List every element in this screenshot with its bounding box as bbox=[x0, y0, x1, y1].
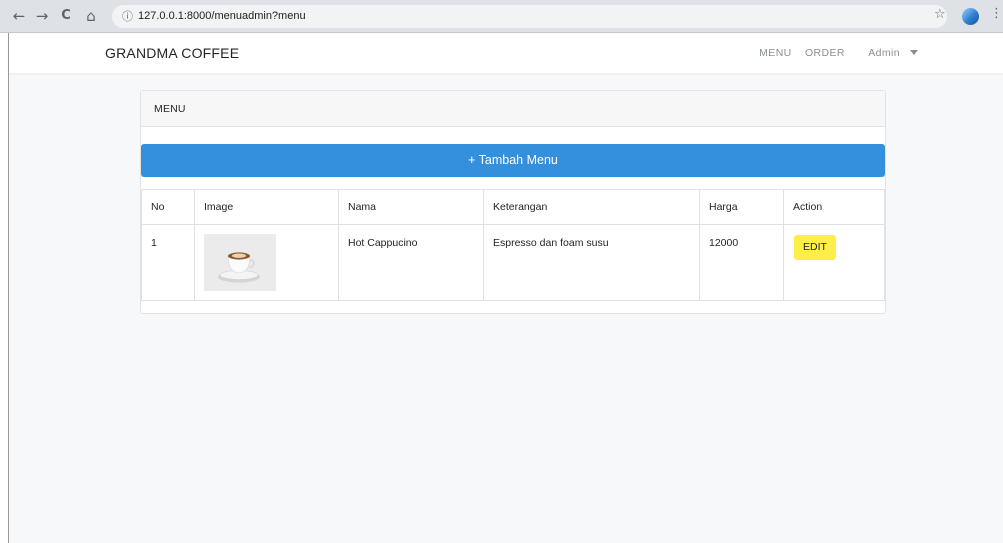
coffee-cup-icon bbox=[218, 252, 260, 283]
add-menu-button[interactable]: + Tambah Menu bbox=[141, 144, 885, 177]
nav-links: MENU ORDER Admin bbox=[749, 47, 918, 59]
table-row: 1 Hot Cappucino Espresso dan foam susu 1… bbox=[141, 224, 885, 301]
cell-no: 1 bbox=[141, 224, 195, 301]
card-title: MENU bbox=[154, 103, 186, 115]
header-image: Image bbox=[194, 189, 339, 225]
header-keterangan: Keterangan bbox=[483, 189, 700, 225]
header-action: Action bbox=[783, 189, 885, 225]
card-header: MENU bbox=[141, 91, 885, 127]
coffee-cup-image bbox=[204, 234, 276, 291]
admin-dropdown[interactable]: Admin bbox=[858, 47, 918, 59]
cell-harga: 12000 bbox=[699, 224, 784, 301]
bookmark-star-icon[interactable]: ☆ bbox=[934, 7, 946, 22]
header-no: No bbox=[141, 189, 195, 225]
nav-menu-link[interactable]: MENU bbox=[759, 47, 792, 59]
browser-toolbar: ← → C ⌂ ⓘ 127.0.0.1:8000/menuadmin?menu … bbox=[0, 0, 1003, 33]
browser-menu-icon[interactable]: ⋮ bbox=[990, 6, 1003, 21]
navbar: GRANDMA COFFEE MENU ORDER Admin bbox=[9, 33, 1003, 73]
header-harga: Harga bbox=[699, 189, 784, 225]
info-icon[interactable]: ⓘ bbox=[122, 8, 133, 24]
admin-label: Admin bbox=[868, 47, 900, 59]
cell-action: EDIT bbox=[783, 224, 885, 301]
table-header-row: No Image Nama Keterangan Harga Action bbox=[141, 189, 885, 225]
header-nama: Nama bbox=[338, 189, 484, 225]
url-text[interactable]: 127.0.0.1:8000/menuadmin?menu bbox=[138, 10, 306, 22]
reload-icon[interactable]: C bbox=[57, 6, 75, 26]
address-bar[interactable]: ⓘ 127.0.0.1:8000/menuadmin?menu bbox=[112, 5, 947, 28]
brand-link[interactable]: GRANDMA COFFEE bbox=[105, 45, 239, 61]
home-icon[interactable]: ⌂ bbox=[82, 6, 100, 26]
cell-keterangan: Espresso dan foam susu bbox=[483, 224, 700, 301]
menu-table: No Image Nama Keterangan Harga Action 1 bbox=[141, 189, 885, 301]
forward-arrow-icon[interactable]: → bbox=[33, 6, 51, 26]
page-content: GRANDMA COFFEE MENU ORDER Admin MENU + T… bbox=[8, 33, 1003, 543]
menu-card: MENU + Tambah Menu No Image Nama Keteran… bbox=[140, 90, 886, 314]
nav-order-link[interactable]: ORDER bbox=[805, 47, 845, 59]
profile-avatar-icon[interactable] bbox=[962, 8, 979, 25]
cell-nama: Hot Cappucino bbox=[338, 224, 484, 301]
back-arrow-icon[interactable]: ← bbox=[10, 6, 28, 26]
edit-button[interactable]: EDIT bbox=[794, 235, 836, 260]
caret-down-icon bbox=[910, 50, 918, 55]
cell-image bbox=[194, 224, 339, 301]
